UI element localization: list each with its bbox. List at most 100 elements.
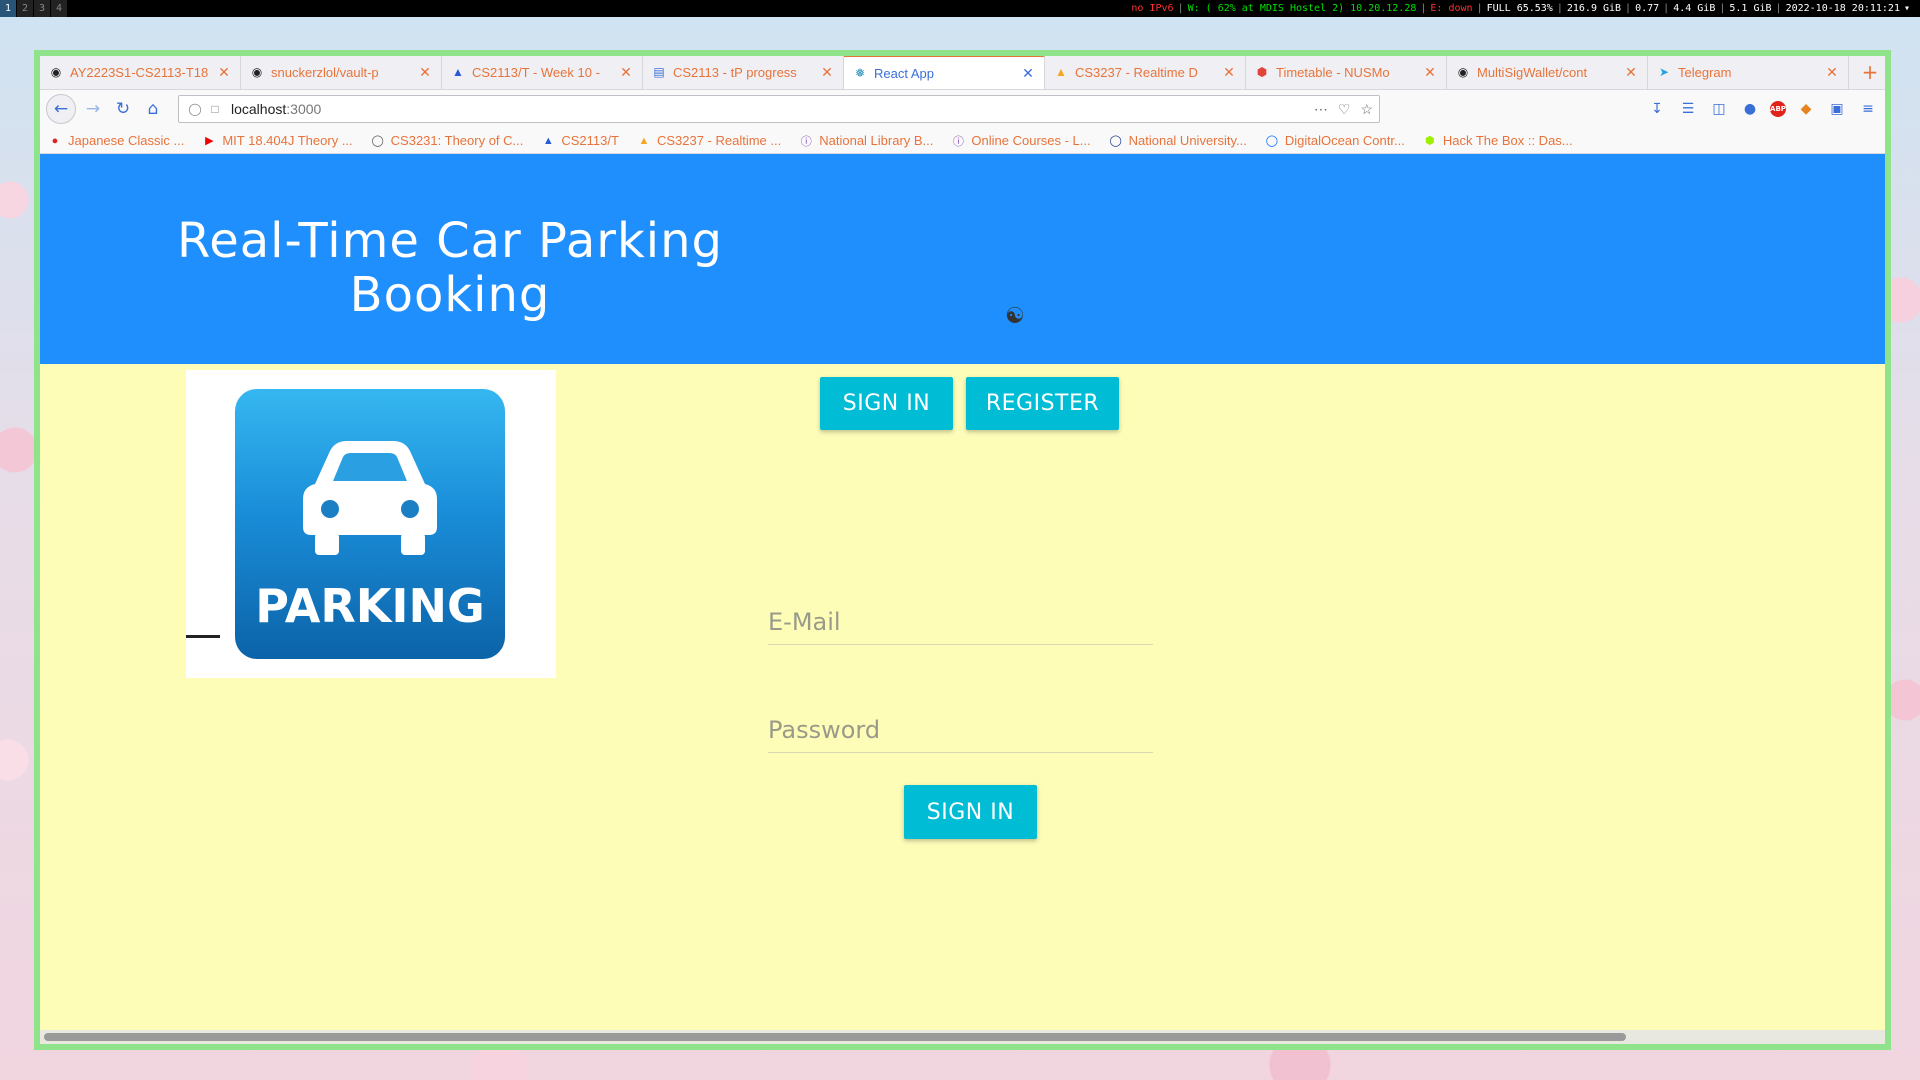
horizontal-scrollbar[interactable] <box>40 1030 1885 1044</box>
tab-vault[interactable]: ◉ snuckerzlol/vault-p ✕ <box>241 56 442 89</box>
bookmark-cs3231[interactable]: ◯ CS3231: Theory of C... <box>371 133 524 148</box>
signin-submit-button[interactable]: SIGN IN <box>904 785 1037 839</box>
parking-logo-badge: PARKING <box>235 389 505 659</box>
bookmark-cs2113[interactable]: ▲ CS2113/T <box>541 133 619 148</box>
wifi-status: W: ( 62% at MDIS Hostel 2) 10.20.12.28 <box>1187 3 1417 14</box>
toolbar-icons: ↧ ☰ ◫ ● ABP ◆ ▣ ≡ <box>1646 98 1879 120</box>
download-icon[interactable]: ↧ <box>1646 98 1668 120</box>
bookmark-national-library[interactable]: ⓘ National Library B... <box>799 133 934 148</box>
github-icon: ◉ <box>50 65 62 79</box>
tab-telegram[interactable]: ➤ Telegram ✕ <box>1648 56 1849 89</box>
tab-strip: ◉ AY2223S1-CS2113-T18 ✕ ◉ snuckerzlol/va… <box>40 56 1885 90</box>
bookmark-label: National University... <box>1128 133 1247 148</box>
reload-button[interactable]: ↻ <box>108 94 138 124</box>
register-tab-button[interactable]: REGISTER <box>966 377 1119 430</box>
close-icon[interactable]: ✕ <box>819 64 835 81</box>
account-icon[interactable]: ● <box>1739 98 1761 120</box>
tab-nusmods[interactable]: ⬢ Timetable - NUSMo ✕ <box>1246 56 1447 89</box>
close-icon[interactable]: ✕ <box>216 64 232 81</box>
bookmarks-bar: ● Japanese Classic ... ▶ MIT 18.404J Theor… <box>40 128 1885 154</box>
bookmark-hackthebox[interactable]: ⬢ Hack The Box :: Das... <box>1423 133 1573 148</box>
bookmark-label: Japanese Classic ... <box>68 133 185 148</box>
logo-artifact <box>186 635 220 638</box>
metamask-icon[interactable]: ◆ <box>1795 98 1817 120</box>
load-status: 0.77 <box>1635 3 1660 14</box>
globe-icon: ◯ <box>371 135 384 147</box>
pocket-icon[interactable]: ♡ <box>1338 101 1351 118</box>
workspace-1[interactable]: 1 <box>0 0 17 17</box>
tab-label: snuckerzlol/vault-p <box>271 64 379 80</box>
tab-ay2223s1[interactable]: ◉ AY2223S1-CS2113-T18 ✕ <box>40 56 241 89</box>
workspace-4[interactable]: 4 <box>51 0 68 17</box>
cursor-icon: ☯ <box>1005 304 1025 329</box>
workspace-3[interactable]: 3 <box>34 0 51 17</box>
tab-cs2113-week10[interactable]: ▲ CS2113/T - Week 10 - ✕ <box>442 56 643 89</box>
info-icon: ⓘ <box>952 135 964 148</box>
signin-tab-button[interactable]: SIGN IN <box>820 377 953 430</box>
home-button[interactable]: ⌂ <box>138 94 168 124</box>
ethernet-status: E: down <box>1430 3 1473 14</box>
tab-label: CS3237 - Realtime D <box>1075 64 1198 80</box>
tray-chevron-icon[interactable]: ▾ <box>1902 3 1912 14</box>
close-icon[interactable]: ✕ <box>1422 64 1438 81</box>
workspace-switcher: 1 2 3 4 <box>0 0 68 17</box>
close-icon[interactable]: ✕ <box>1824 64 1840 81</box>
firebase-icon: ▲ <box>1055 65 1067 79</box>
tab-cs3237[interactable]: ▲ CS3237 - Realtime D ✕ <box>1045 56 1246 89</box>
bookmark-online-courses[interactable]: ⓘ Online Courses - L... <box>951 133 1091 148</box>
tab-label: Timetable - NUSMo <box>1276 64 1390 80</box>
datetime-status: 2022-10-18 20:11:21 <box>1785 3 1900 14</box>
close-icon[interactable]: ✕ <box>1221 64 1237 81</box>
disk-status: 216.9 GiB <box>1566 3 1622 14</box>
forward-button[interactable]: → <box>78 94 108 124</box>
url-text[interactable]: localhost:3000 <box>225 101 1314 117</box>
adblock-icon[interactable]: ABP <box>1770 101 1786 117</box>
bookmark-mit[interactable]: ▶ MIT 18.404J Theory ... <box>202 133 353 148</box>
navigation-bar: ← → ↻ ⌂ ◯ □ localhost:3000 ⋯ ♡ ☆ ↧ ☰ ◫ ●… <box>40 90 1885 128</box>
close-icon[interactable]: ✕ <box>618 64 634 81</box>
swap-status: 5.1 GiB <box>1729 3 1772 14</box>
car-icon <box>303 441 437 555</box>
browser-window: ◉ AY2223S1-CS2113-T18 ✕ ◉ snuckerzlol/va… <box>34 50 1891 1050</box>
bookmark-star-icon[interactable]: ☆ <box>1360 101 1373 118</box>
parking-logo: PARKING <box>186 370 556 678</box>
graduation-cap-icon: ▲ <box>452 65 464 79</box>
bookmark-digitalocean[interactable]: ◯ DigitalOcean Contr... <box>1265 133 1405 148</box>
react-icon: ❅ <box>854 66 866 80</box>
bookmark-label: CS3231: Theory of C... <box>390 133 524 148</box>
app-header: Real-Time Car Parking Booking ☯ <box>40 154 1885 364</box>
screenshot-icon[interactable]: ▣ <box>1826 98 1848 120</box>
email-field[interactable]: E-Mail <box>768 608 1153 645</box>
japanese-icon: ● <box>51 134 59 147</box>
new-tab-button[interactable]: + <box>1855 56 1885 89</box>
tab-label: MultiSigWallet/cont <box>1477 64 1588 80</box>
bookmark-label: National Library B... <box>819 133 934 148</box>
scrollbar-thumb[interactable] <box>44 1033 1626 1041</box>
library-icon[interactable]: ☰ <box>1677 98 1699 120</box>
bookmark-nus[interactable]: ◯ National University... <box>1109 133 1247 148</box>
page-title: Real-Time Car Parking Booking <box>100 214 800 322</box>
workspace-2[interactable]: 2 <box>17 0 34 17</box>
close-icon[interactable]: ✕ <box>417 64 433 81</box>
bookmark-cs3237[interactable]: ▲ CS3237 - Realtime ... <box>637 133 782 148</box>
tab-multisigwallet[interactable]: ◉ MultiSigWallet/cont ✕ <box>1447 56 1648 89</box>
url-bar[interactable]: ◯ □ localhost:3000 ⋯ ♡ ☆ <box>178 95 1380 123</box>
more-actions-icon[interactable]: ⋯ <box>1314 101 1328 118</box>
youtube-icon: ▶ <box>205 135 214 147</box>
close-icon[interactable]: ✕ <box>1623 64 1639 81</box>
back-button[interactable]: ← <box>46 94 76 124</box>
tab-label: AY2223S1-CS2113-T18 <box>70 64 209 80</box>
sidebar-icon[interactable]: ◫ <box>1708 98 1730 120</box>
tab-cs2113-tp[interactable]: ▤ CS2113 - tP progress ✕ <box>643 56 844 89</box>
battery-status: FULL 65.53% <box>1486 3 1553 14</box>
tab-label: CS2113 - tP progress <box>673 64 797 80</box>
menu-icon[interactable]: ≡ <box>1857 98 1879 120</box>
tab-label: CS2113/T - Week 10 - <box>472 64 600 80</box>
tab-react-app[interactable]: ❅ React App ✕ <box>844 56 1045 89</box>
close-icon[interactable]: ✕ <box>1020 65 1036 82</box>
password-field[interactable]: Password <box>768 716 1153 753</box>
bookmark-label: DigitalOcean Contr... <box>1284 133 1405 148</box>
page-title-line2: Booking <box>349 267 551 323</box>
bookmark-japanese-classic[interactable]: ● Japanese Classic ... <box>48 133 185 148</box>
shield-icon[interactable]: ◯ <box>185 102 205 116</box>
